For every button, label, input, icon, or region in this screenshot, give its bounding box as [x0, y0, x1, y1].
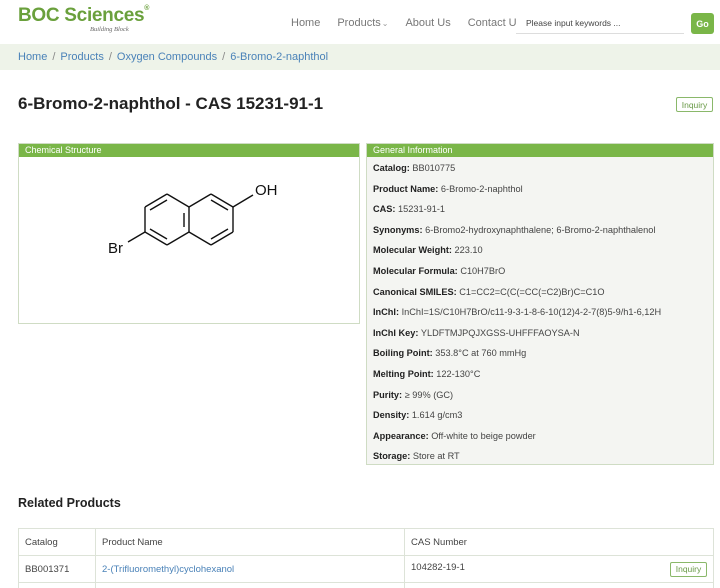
- info-key: Melting Point:: [373, 368, 434, 379]
- info-row-inchi: InChI: InChI=1S/C10H7BrO/c11-9-3-1-8-6-1…: [373, 307, 707, 328]
- info-value: 223.10: [454, 245, 483, 256]
- site-header: BOC Sciences® Building Block Home Produc…: [0, 0, 720, 44]
- info-key: Purity:: [373, 389, 403, 400]
- chevron-down-icon: ⌄: [381, 19, 389, 28]
- info-value: BB010775: [412, 163, 456, 173]
- cell-cas: [404, 582, 714, 588]
- info-row-appearance: Appearance: Off-white to beige powder: [373, 431, 707, 452]
- info-row-density: Density: 1.614 g/cm3: [373, 410, 707, 431]
- breadcrumb-oxygen-compounds[interactable]: Oxygen Compounds: [117, 51, 217, 63]
- info-value: YLDFTMJPQJXGSS-UHFFFAOYSA-N: [420, 327, 580, 338]
- inquiry-button[interactable]: Inquiry: [676, 97, 713, 112]
- info-value: C1=CC2=C(C(=CC(=C2)Br)C=C1O: [459, 286, 605, 297]
- info-value: InChI=1S/C10H7BrO/c11-9-3-1-8-6-10(12)4-…: [401, 307, 662, 318]
- info-row-melting-point: Melting Point: 122-130°C: [373, 369, 707, 390]
- search-go-button[interactable]: Go: [691, 13, 714, 34]
- info-key: Density:: [373, 410, 410, 421]
- general-information-header: General Information: [367, 144, 713, 157]
- cell-product-name: [95, 582, 405, 588]
- breadcrumb-products[interactable]: Products: [60, 51, 103, 63]
- info-row-product-name: Product Name: 6-Bromo-2-naphthol: [373, 184, 707, 205]
- info-row-molecular-weight: Molecular Weight: 223.10: [373, 245, 707, 266]
- info-row-cas: CAS: 15231-91-1: [373, 204, 707, 225]
- info-value: 122-130°C: [436, 368, 481, 379]
- logo-text: BOC Sciences: [18, 5, 145, 26]
- atom-label-br: Br: [108, 240, 123, 257]
- logo-tagline: Building Block: [90, 26, 129, 33]
- info-row-boiling-point: Boiling Point: 353.8°C at 760 mmHg: [373, 348, 707, 369]
- column-header-cas-number: CAS Number: [404, 528, 714, 556]
- info-value: 15231-91-1: [398, 204, 446, 215]
- info-value: C10H7BrO: [460, 265, 506, 276]
- info-row-storage: Storage: Store at RT: [373, 451, 707, 472]
- search-input[interactable]: [516, 12, 684, 34]
- cell-cas: 104282-19-1 Inquiry: [404, 555, 714, 583]
- breadcrumb: Home / Products / Oxygen Compounds/6-Bromo-2…: [18, 51, 329, 63]
- site-logo[interactable]: BOC Sciences® Building Block: [18, 5, 149, 33]
- info-key: Canonical SMILES:: [373, 286, 457, 297]
- info-value: 1.614 g/cm3: [411, 410, 463, 421]
- info-key: InChI Key:: [373, 327, 419, 338]
- info-value: 353.8°C at 760 mmHg: [435, 348, 527, 359]
- info-key: CAS:: [373, 204, 396, 215]
- atom-label-oh: OH: [255, 182, 278, 199]
- info-key: Product Name:: [373, 183, 439, 194]
- info-key: Molecular Formula:: [373, 265, 458, 276]
- nav-products[interactable]: Products⌄: [337, 17, 388, 29]
- info-row-molecular-formula: Molecular Formula: C10H7BrO: [373, 266, 707, 287]
- chemical-structure-header: Chemical Structure: [19, 144, 359, 157]
- cell-catalog: [18, 582, 96, 588]
- chemical-structure-panel: Chemical Structure OH Br: [18, 143, 360, 324]
- page-title: 6-Bromo-2-naphthol - CAS 15231-91-1: [18, 94, 324, 113]
- cell-cas-value: 104282-19-1: [411, 561, 465, 573]
- info-row-catalog: Catalog: BB010775: [373, 163, 707, 184]
- breadcrumb-current[interactable]: 6-Bromo-2-naphthol: [230, 51, 328, 63]
- info-value: Off-white to beige powder: [431, 430, 536, 441]
- related-products-table: Catalog Product Name CAS Number BB001371…: [18, 528, 714, 588]
- nav-products-label: Products: [337, 17, 381, 29]
- info-key: Molecular Weight:: [373, 245, 452, 256]
- table-row: [18, 582, 714, 588]
- table-row: BB001371 2-(Trifluoromethyl)cyclohexanol…: [18, 555, 714, 583]
- main-nav: Home Products⌄ About Us Contact Us: [291, 17, 539, 29]
- info-row-inchi-key: InChI Key: YLDFTMJPQJXGSS-UHFFFAOYSA-N: [373, 328, 707, 349]
- molecule-structure-image: OH Br: [108, 182, 278, 257]
- breadcrumb-home[interactable]: Home: [18, 51, 47, 63]
- nav-contact-us[interactable]: Contact Us: [468, 17, 522, 29]
- info-value: 6-Bromo-2-naphthol: [440, 183, 523, 194]
- info-row-canonical-smiles: Canonical SMILES: C1=CC2=C(C(=CC(=C2)Br)…: [373, 287, 707, 308]
- breadcrumb-bar: Home / Products / Oxygen Compounds/6-Bromo-2…: [0, 44, 720, 70]
- row-inquiry-button[interactable]: Inquiry: [670, 561, 707, 577]
- cell-product-name-link[interactable]: 2-(Trifluoromethyl)cyclohexanol: [95, 555, 405, 583]
- nav-about-us[interactable]: About Us: [405, 17, 450, 29]
- table-header-row: Catalog Product Name CAS Number: [18, 528, 714, 556]
- nav-home[interactable]: Home: [291, 17, 320, 29]
- info-value: ≥ 99% (GC): [404, 389, 454, 400]
- info-row-synonyms: Synonyms: 6-Bromo2-hydroxynaphthalene; 6…: [373, 225, 707, 246]
- general-information-list: Catalog: BB010775 Product Name: 6-Bromo-…: [367, 157, 713, 472]
- column-header-catalog: Catalog: [18, 528, 96, 556]
- info-value: 6-Bromo2-hydroxynaphthalene; 6-Bromo-2-n…: [425, 224, 656, 235]
- info-key: Synonyms:: [373, 224, 423, 235]
- info-key: Appearance:: [373, 430, 429, 441]
- cell-catalog: BB001371: [18, 555, 96, 583]
- info-key: Storage:: [373, 451, 411, 462]
- info-key: InChI:: [373, 307, 400, 318]
- related-products-title: Related Products: [18, 496, 121, 510]
- info-value: Store at RT: [412, 451, 460, 462]
- info-key: Catalog:: [373, 163, 410, 173]
- column-header-product-name: Product Name: [95, 528, 405, 556]
- info-key: Boiling Point:: [373, 348, 433, 359]
- info-row-purity: Purity: ≥ 99% (GC): [373, 390, 707, 411]
- general-information-panel: General Information Catalog: BB010775 Pr…: [366, 143, 714, 465]
